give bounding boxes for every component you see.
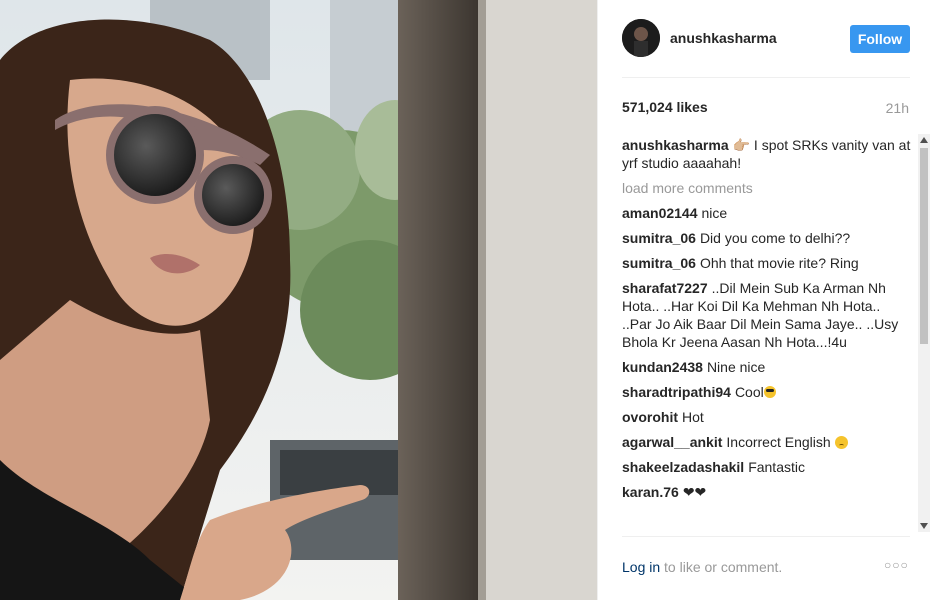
list-item: agarwal__ankit Incorrect English	[622, 433, 912, 451]
post-time[interactable]: 21h	[886, 100, 909, 116]
comment-text: Nine nice	[706, 359, 766, 375]
list-item: karan.76 ❤❤	[622, 483, 912, 501]
login-link[interactable]: Log in	[622, 559, 660, 575]
header-divider	[622, 77, 910, 78]
comment-text: ❤❤	[682, 484, 707, 500]
caption: anushkasharma 👉🏼 I spot SRKs vanity van a…	[622, 136, 912, 172]
more-options-icon[interactable]: ○○○	[884, 558, 909, 572]
follow-button[interactable]: Follow	[850, 25, 910, 53]
comment-username[interactable]: agarwal__ankit	[622, 434, 722, 450]
caption-username[interactable]: anushkasharma	[622, 137, 729, 153]
comment-text: Ohh that movie rite? Ring	[699, 255, 859, 271]
comment-text: Hot	[682, 409, 704, 425]
list-item: sumitra_06 Did you come to delhi??	[622, 229, 912, 247]
footer-divider	[622, 536, 910, 537]
post-header: anushkasharma Follow	[598, 0, 935, 78]
list-item: aman02144 nice	[622, 204, 912, 222]
comment-text: nice	[701, 205, 728, 221]
worried-emoji-icon	[834, 436, 848, 449]
post-photo[interactable]	[0, 0, 597, 600]
post-side-panel: anushkasharma Follow 571,024 likes 21h a…	[597, 0, 935, 600]
comment-text: Did you come to delhi??	[699, 230, 851, 246]
avatar[interactable]	[622, 19, 660, 57]
avatar-image	[622, 19, 660, 57]
selfie-image	[0, 0, 597, 600]
comment-text: Cool	[734, 384, 764, 400]
comment-text: Incorrect English	[726, 434, 831, 450]
comment-username[interactable]: sumitra_06	[622, 230, 696, 246]
comment-username[interactable]: sumitra_06	[622, 255, 696, 271]
list-item: ovorohit Hot	[622, 408, 912, 426]
comment-username[interactable]: aman02144	[622, 205, 698, 221]
comment-username[interactable]: shakeelzadashakil	[622, 459, 744, 475]
scroll-up-icon[interactable]	[918, 134, 930, 146]
comment-username[interactable]: karan.76	[622, 484, 679, 500]
comment-username[interactable]: sharafat7227	[622, 280, 708, 296]
list-item: shakeelzadashakil Fantastic	[622, 458, 912, 476]
scrollbar-thumb[interactable]	[920, 148, 928, 344]
login-prompt-text: to like or comment.	[660, 559, 783, 575]
scroll-down-icon[interactable]	[918, 520, 930, 532]
comment-text: Fantastic	[748, 459, 805, 475]
comments-scrollbar[interactable]	[918, 134, 930, 532]
login-prompt: Log in to like or comment.	[622, 559, 782, 575]
likes-count[interactable]: 571,024 likes	[622, 99, 708, 115]
comment-username[interactable]: kundan2438	[622, 359, 703, 375]
list-item: sumitra_06 Ohh that movie rite? Ring	[622, 254, 912, 272]
load-more-comments[interactable]: load more comments	[622, 179, 912, 197]
list-item: sharafat7227 ..Dil Mein Sub Ka Arman Nh H…	[622, 279, 912, 351]
comments-list: anushkasharma 👉🏼 I spot SRKs vanity van a…	[622, 136, 912, 530]
post-username[interactable]: anushkasharma	[670, 30, 777, 46]
list-item: kundan2438 Nine nice	[622, 358, 912, 376]
comment-username[interactable]: sharadtripathi94	[622, 384, 731, 400]
comment-username[interactable]: ovorohit	[622, 409, 678, 425]
sunglasses-emoji-icon	[763, 386, 776, 398]
list-item: sharadtripathi94 Cool	[622, 383, 912, 401]
